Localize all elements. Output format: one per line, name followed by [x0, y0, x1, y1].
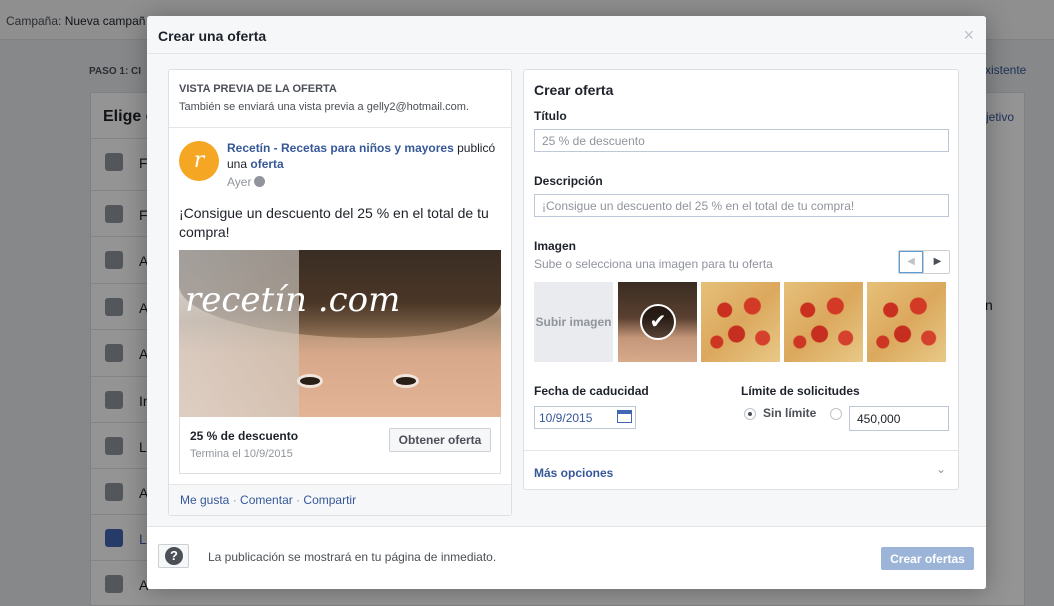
more-options-link[interactable]: Más opciones	[534, 466, 613, 480]
dialog-title: Crear una oferta	[158, 28, 267, 44]
next-image-button[interactable]: ▶	[925, 251, 950, 273]
offer-summary-box: 25 % de descuento Termina el 10/9/2015 O…	[179, 417, 501, 474]
image-help-text: Sube o selecciona una imagen para tu ofe…	[534, 257, 773, 271]
expiry-date-value: 10/9/2015	[539, 411, 593, 425]
title-input[interactable]	[534, 129, 949, 152]
image-pager: ◀ ▶	[898, 250, 950, 274]
post-actions: Me gusta · Comentar · Compartir	[169, 484, 511, 515]
offer-link[interactable]: oferta	[250, 157, 283, 171]
question-icon: ?	[165, 547, 183, 565]
prev-image-button[interactable]: ◀	[899, 251, 924, 273]
calendar-icon[interactable]	[617, 410, 632, 423]
publish-note: La publicación se mostrará en tu página …	[208, 550, 497, 564]
preview-title: VISTA PREVIA DE LA OFERTA	[179, 83, 337, 95]
image-eye-right	[393, 374, 419, 388]
form-title: Crear oferta	[534, 82, 614, 98]
offer-title: 25 % de descuento	[190, 429, 299, 443]
help-button[interactable]: ?	[158, 544, 189, 568]
offer-image[interactable]: recetín .com	[179, 250, 501, 417]
share-link[interactable]: Compartir	[303, 493, 356, 507]
like-link[interactable]: Me gusta	[180, 493, 229, 507]
get-offer-button[interactable]: Obtener oferta	[389, 428, 491, 452]
no-limit-label: Sin límite	[763, 406, 817, 420]
page-avatar[interactable]: r	[179, 141, 219, 181]
limit-label: Límite de solicitudes	[741, 384, 860, 398]
dialog-body: VISTA PREVIA DE LA OFERTA También se env…	[147, 54, 986, 526]
upload-image-button[interactable]: Subir imagen	[534, 282, 613, 362]
offer-end-date: Termina el 10/9/2015	[190, 448, 293, 460]
comment-link[interactable]: Comentar	[240, 493, 293, 507]
create-offer-form: Crear oferta Título Descripción Imagen S…	[523, 69, 959, 490]
more-options-row[interactable]: Más opciones ⌄	[524, 450, 958, 489]
image-thumb[interactable]	[701, 282, 780, 362]
limit-input[interactable]	[849, 406, 949, 431]
post-time: Ayer	[227, 175, 266, 189]
page-name-link[interactable]: Recetín - Recetas para niños y mayores	[227, 141, 454, 155]
image-thumb[interactable]	[784, 282, 863, 362]
create-offer-dialog: Crear una oferta × VISTA PREVIA DE LA OF…	[147, 16, 986, 589]
post-time-label[interactable]: Ayer	[227, 175, 251, 189]
dialog-footer: ? La publicación se mostrará en tu págin…	[147, 526, 986, 589]
custom-limit-radio[interactable]	[830, 408, 842, 420]
preview-email-note: También se enviará una vista previa a ge…	[179, 101, 469, 113]
expiry-date-input[interactable]: 10/9/2015	[534, 406, 636, 429]
close-icon[interactable]: ×	[963, 25, 974, 46]
checkmark-icon: ✔	[640, 304, 676, 340]
post-author-line: Recetín - Recetas para niños y mayores p…	[227, 140, 507, 172]
chevron-down-icon: ⌄	[936, 462, 947, 476]
dialog-header: Crear una oferta ×	[147, 16, 986, 54]
offer-preview-panel: VISTA PREVIA DE LA OFERTA También se env…	[168, 69, 512, 516]
globe-icon	[254, 176, 266, 187]
title-label: Título	[534, 109, 567, 123]
expiry-label: Fecha de caducidad	[534, 384, 649, 398]
description-label: Descripción	[534, 174, 603, 188]
image-label: Imagen	[534, 239, 577, 253]
image-left-area	[179, 250, 299, 417]
image-thumb-selected[interactable]: ✔	[618, 282, 697, 362]
preview-header: VISTA PREVIA DE LA OFERTA También se env…	[169, 70, 511, 128]
create-offers-button[interactable]: Crear ofertas	[881, 547, 974, 570]
no-limit-radio[interactable]	[744, 408, 756, 420]
post-text: ¡Consigue un descuento del 25 % en el to…	[179, 205, 489, 240]
description-input[interactable]	[534, 194, 949, 217]
image-thumb[interactable]	[867, 282, 946, 362]
image-eye-left	[297, 374, 323, 388]
recetin-logo-text: recetín .com	[185, 280, 401, 320]
